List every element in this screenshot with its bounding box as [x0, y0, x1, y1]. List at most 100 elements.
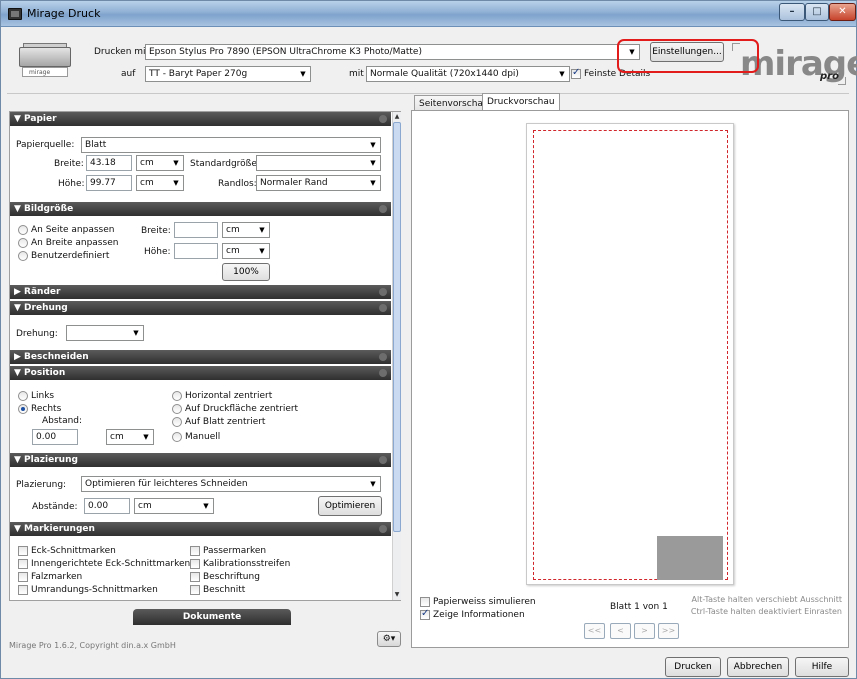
- print-preview-sheet[interactable]: [526, 123, 734, 585]
- section-markierungen[interactable]: ▼ Markierungen: [10, 522, 391, 536]
- print-button[interactable]: Drucken: [665, 657, 721, 677]
- scroll-down-icon[interactable]: ▼: [393, 590, 401, 600]
- print-with-label: Drucken mit: [94, 47, 150, 57]
- optimize-button[interactable]: Optimieren: [318, 496, 382, 516]
- placement-value: Optimieren für leichteres Schneiden: [85, 479, 248, 489]
- image-height-unit-value: cm: [226, 246, 240, 256]
- settings-scrollbar[interactable]: ▲ ▼: [392, 112, 401, 600]
- next-page-button[interactable]: >: [634, 623, 655, 639]
- fit-width-label: An Breite anpassen: [31, 238, 119, 248]
- percent-100-button[interactable]: 100%: [222, 263, 270, 281]
- minimize-button[interactable]: –: [779, 3, 805, 21]
- calibration-strips-checkbox[interactable]: [190, 559, 200, 569]
- image-height-input[interactable]: [174, 243, 218, 259]
- corner-marks-checkbox[interactable]: [18, 546, 28, 556]
- image-width-input[interactable]: [174, 222, 218, 238]
- fine-details-checkbox[interactable]: [571, 67, 581, 79]
- custom-size-radio[interactable]: [18, 251, 28, 261]
- image-width-unit-select[interactable]: cm ▼: [222, 222, 270, 238]
- labeling-label: Beschriftung: [203, 572, 260, 582]
- paper-select[interactable]: TT - Baryt Paper 270g ▼: [145, 66, 311, 82]
- sheet-center-radio[interactable]: [172, 417, 182, 427]
- spacing-label: Abstände:: [32, 502, 78, 512]
- printer-select[interactable]: Epson Stylus Pro 7890 (EPSON UltraChrome…: [145, 44, 640, 60]
- fit-page-radio[interactable]: [18, 225, 28, 235]
- right-label: Rechts: [31, 404, 62, 414]
- chevron-down-icon: ▼: [370, 141, 376, 149]
- section-papier-title: ▼ Papier: [14, 114, 57, 124]
- scroll-up-icon[interactable]: ▲: [393, 112, 401, 122]
- rotation-select[interactable]: ▼: [66, 325, 144, 341]
- help-button[interactable]: Hilfe: [795, 657, 849, 677]
- print-area-center-label: Auf Druckfläche zentriert: [185, 404, 299, 414]
- left-radio[interactable]: [18, 391, 28, 401]
- cancel-button[interactable]: Abbrechen: [727, 657, 789, 677]
- show-info-checkbox[interactable]: [420, 608, 430, 620]
- borderless-select[interactable]: Normaler Rand ▼: [256, 175, 381, 191]
- quality-select-value: Normale Qualität (720x1440 dpi): [370, 69, 519, 79]
- section-plazierung[interactable]: ▼ Plazierung: [10, 453, 391, 467]
- standard-size-select[interactable]: ▼: [256, 155, 381, 171]
- sheet-center-label: Auf Blatt zentriert: [185, 417, 266, 427]
- close-button[interactable]: ✕: [829, 3, 856, 21]
- spacing-unit-select[interactable]: cm ▼: [134, 498, 214, 514]
- manual-label: Manuell: [185, 432, 221, 442]
- image-height-unit-select[interactable]: cm ▼: [222, 243, 270, 259]
- paper-width-unit-select[interactable]: cm ▼: [136, 155, 184, 171]
- border-cut-marks-checkbox[interactable]: [18, 585, 28, 595]
- labeling-checkbox[interactable]: [190, 572, 200, 582]
- documents-tab[interactable]: Dokumente: [133, 609, 291, 625]
- chevron-down-icon: ▼: [370, 179, 376, 187]
- paper-source-select[interactable]: Blatt ▼: [81, 137, 381, 153]
- show-info-label: Zeige Informationen: [433, 610, 525, 620]
- section-papier[interactable]: ▼ Papier: [10, 112, 391, 126]
- section-raender[interactable]: ▶ Ränder: [10, 285, 391, 299]
- offset-unit-select[interactable]: cm ▼: [106, 429, 154, 445]
- h-center-radio[interactable]: [172, 391, 182, 401]
- chevron-down-icon: ▼: [559, 70, 565, 78]
- simulate-paper-white-label: Papierweiss simulieren: [433, 597, 536, 607]
- paper-height-input[interactable]: 99.77: [86, 175, 132, 191]
- placement-select[interactable]: Optimieren für leichteres Schneiden ▼: [81, 476, 381, 492]
- simulate-paper-white-checkbox[interactable]: [420, 597, 430, 607]
- first-page-button[interactable]: <<: [584, 623, 605, 639]
- with-label: mit: [349, 69, 364, 79]
- register-marks-checkbox[interactable]: [190, 546, 200, 556]
- fold-marks-label: Falzmarken: [31, 572, 83, 582]
- scrollbar-thumb[interactable]: [393, 122, 401, 532]
- chevron-down-icon: ▼: [133, 329, 139, 337]
- inner-corner-marks-checkbox[interactable]: [18, 559, 28, 569]
- offset-input[interactable]: 0.00: [32, 429, 78, 445]
- bleed-label: Beschnitt: [203, 585, 246, 595]
- gear-icon[interactable]: ⚙▾: [377, 631, 401, 647]
- info-icon: [379, 456, 387, 464]
- section-bildgroesse[interactable]: ▼ Bildgröße: [10, 202, 391, 216]
- settings-panel: ▲ ▼ ▼ Papier Papierquelle: Blatt ▼ Breite…: [9, 111, 401, 601]
- image-width-label: Breite:: [141, 226, 171, 236]
- bleed-checkbox[interactable]: [190, 585, 200, 595]
- section-beschneiden[interactable]: ▶ Beschneiden: [10, 350, 391, 364]
- section-drehung[interactable]: ▼ Drehung: [10, 301, 391, 315]
- chevron-down-icon: ▼: [259, 226, 265, 234]
- right-radio[interactable]: [18, 404, 28, 414]
- info-icon: [379, 304, 387, 312]
- chevron-down-icon: ▼: [173, 179, 179, 187]
- paper-width-unit-value: cm: [140, 158, 154, 168]
- register-marks-label: Passermarken: [203, 546, 267, 556]
- spacing-input[interactable]: 0.00: [84, 498, 130, 514]
- print-area-center-radio[interactable]: [172, 404, 182, 414]
- paper-width-input[interactable]: 43.18: [86, 155, 132, 171]
- fit-width-radio[interactable]: [18, 238, 28, 248]
- fold-marks-checkbox[interactable]: [18, 572, 28, 582]
- quality-select[interactable]: Normale Qualität (720x1440 dpi) ▼: [366, 66, 570, 82]
- paper-height-unit-select[interactable]: cm ▼: [136, 175, 184, 191]
- info-icon: [379, 205, 387, 213]
- manual-radio[interactable]: [172, 432, 182, 442]
- section-position[interactable]: ▼ Position: [10, 366, 391, 380]
- prev-page-button[interactable]: <: [610, 623, 631, 639]
- ctrl-key-hint: Ctrl-Taste halten deaktiviert Einrasten: [690, 607, 842, 616]
- maximize-button[interactable]: □: [805, 3, 829, 21]
- section-position-title: ▼ Position: [14, 368, 66, 378]
- last-page-button[interactable]: >>: [658, 623, 679, 639]
- image-placement[interactable]: [657, 536, 723, 580]
